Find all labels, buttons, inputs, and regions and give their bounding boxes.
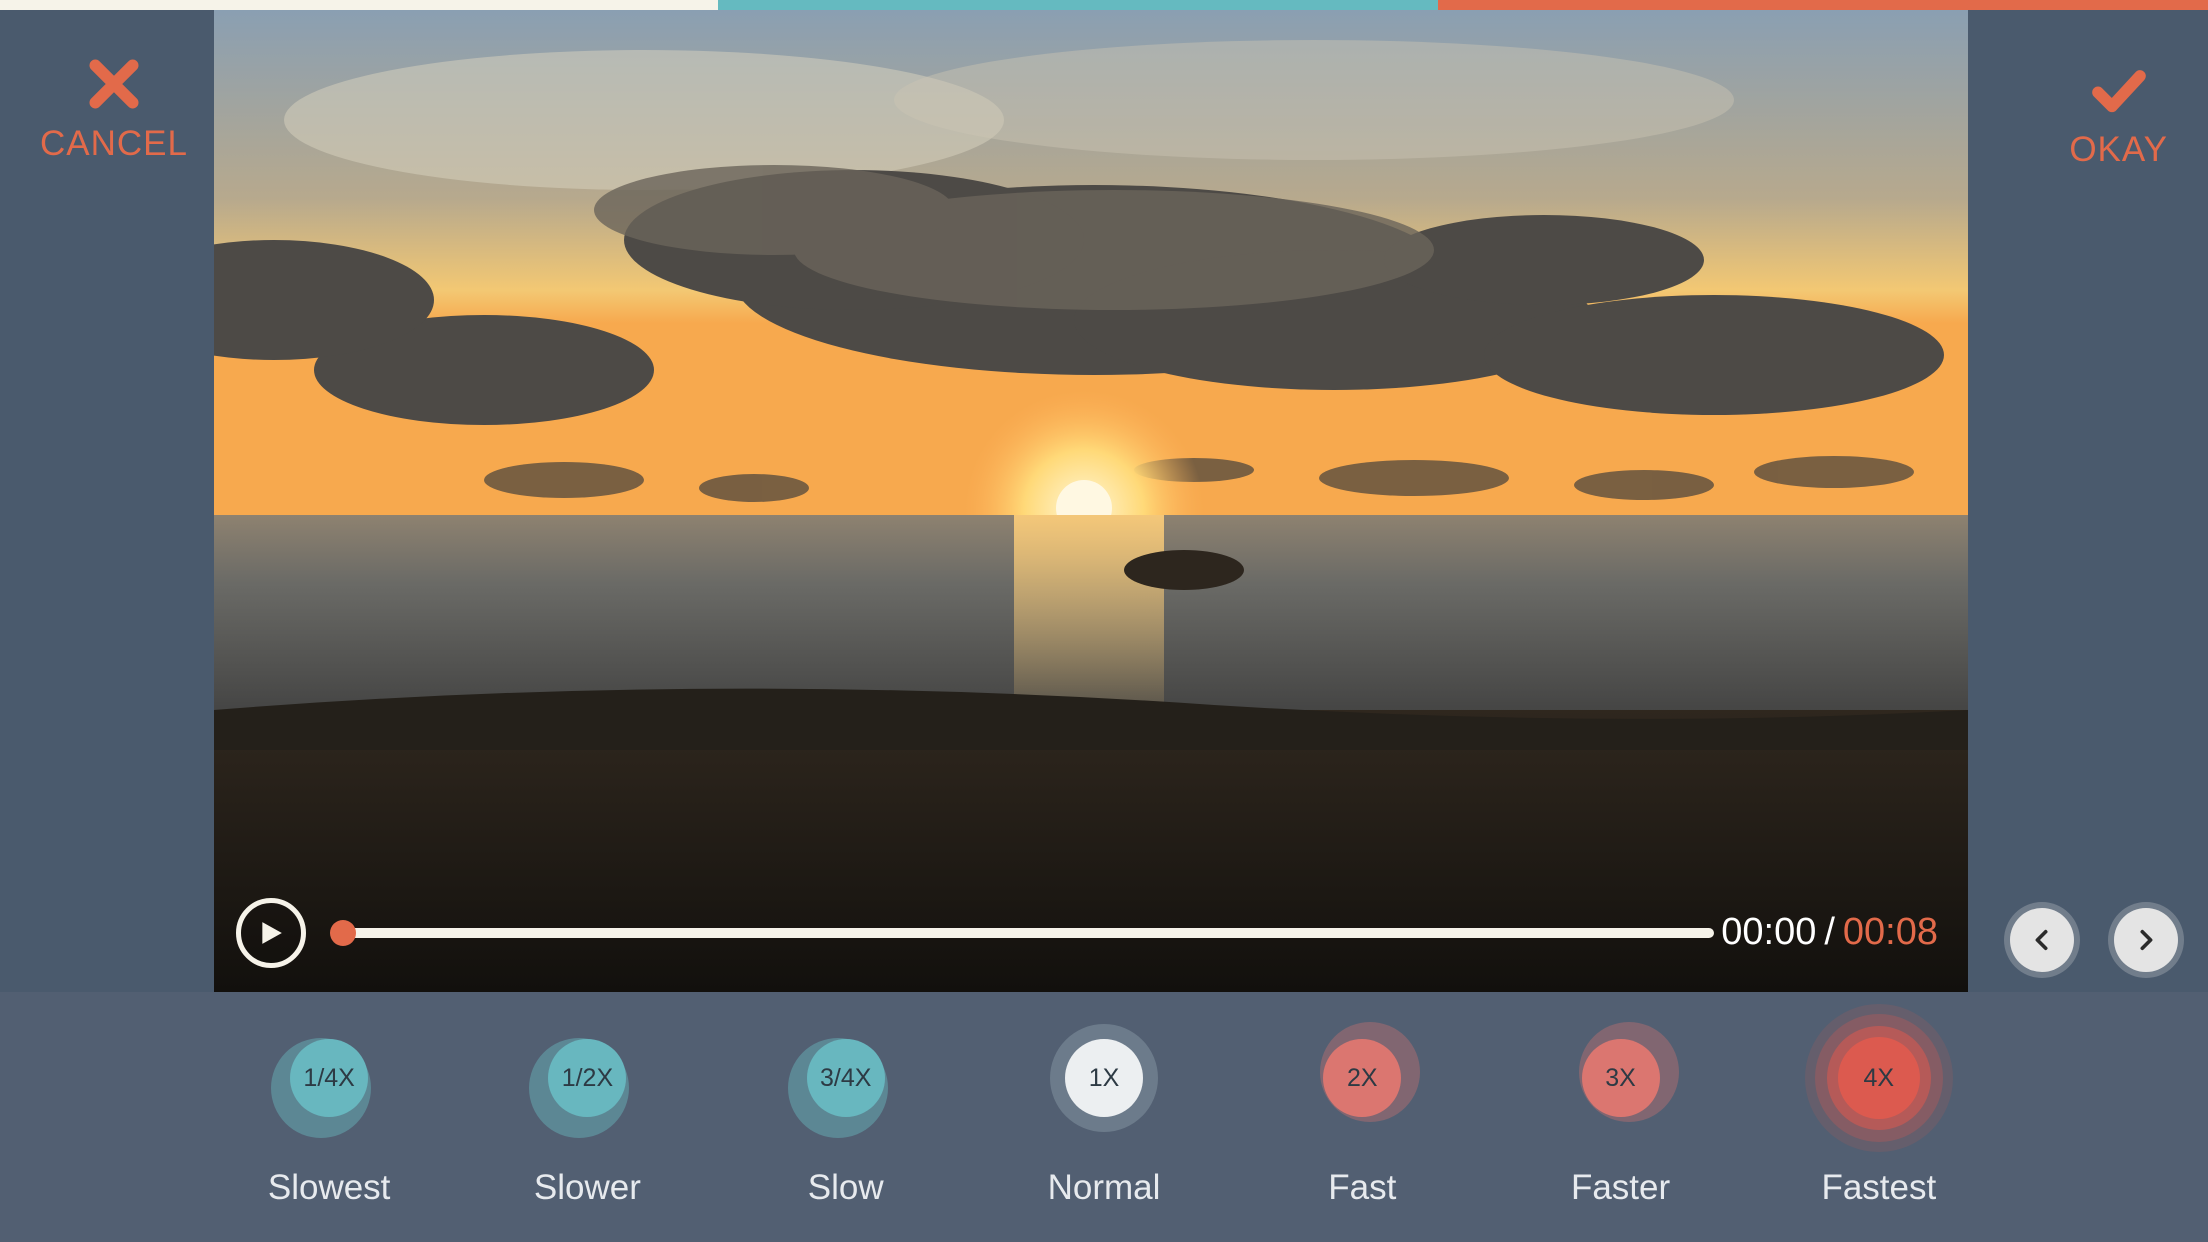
speed-value: 4X	[1838, 1037, 1920, 1119]
speed-bubble: 2X	[1302, 1018, 1422, 1138]
chevron-right-icon	[2135, 926, 2157, 954]
speed-label: Fast	[1328, 1168, 1396, 1208]
speed-option-normal[interactable]: 1X Normal	[1014, 1018, 1194, 1208]
speed-option-slowest[interactable]: 1/4X Slowest	[239, 1018, 419, 1208]
speed-bubble: 3X	[1561, 1018, 1681, 1138]
time-total: 00:08	[1843, 911, 1938, 954]
speed-bubble: 1X	[1044, 1018, 1164, 1138]
progress-knob[interactable]	[330, 920, 356, 946]
speed-value: 1/2X	[548, 1039, 626, 1117]
okay-button[interactable]: OKAY	[2069, 60, 2168, 170]
speed-label: Fastest	[1821, 1168, 1936, 1208]
speed-bubble: 1/2X	[527, 1018, 647, 1138]
speed-bubble: 1/4X	[269, 1018, 389, 1138]
playback-controls	[236, 898, 1714, 968]
video-preview[interactable]	[214, 10, 1968, 992]
play-button[interactable]	[236, 898, 306, 968]
speed-value: 1/4X	[290, 1039, 368, 1117]
speed-option-fast[interactable]: 2X Fast	[1272, 1018, 1452, 1208]
time-separator: /	[1824, 911, 1835, 954]
speed-option-fastest[interactable]: 4X Fastest	[1789, 1018, 1969, 1208]
strip-segment	[0, 0, 718, 10]
prev-frame-button[interactable]	[2010, 908, 2074, 972]
accent-strip	[0, 0, 2208, 10]
check-icon	[2089, 60, 2149, 120]
speed-label: Slower	[534, 1168, 641, 1208]
speed-value: 2X	[1323, 1039, 1401, 1117]
next-frame-button[interactable]	[2114, 908, 2178, 972]
speed-option-faster[interactable]: 3X Faster	[1531, 1018, 1711, 1208]
speed-label: Slow	[808, 1168, 884, 1208]
speed-label: Slowest	[268, 1168, 391, 1208]
speed-label: Faster	[1571, 1168, 1670, 1208]
time-current: 00:00	[1721, 911, 1816, 954]
chevron-left-icon	[2031, 926, 2053, 954]
cancel-button[interactable]: CANCEL	[40, 54, 188, 164]
speed-bubble: 3/4X	[786, 1018, 906, 1138]
close-icon	[84, 54, 144, 114]
speed-label: Normal	[1048, 1168, 1161, 1208]
speed-value: 3/4X	[807, 1039, 885, 1117]
speed-bar: 1/4X Slowest 1/2X Slower 3/4X Slow 1X No…	[0, 992, 2208, 1242]
play-icon	[258, 918, 284, 948]
strip-segment	[1438, 0, 2208, 10]
speed-value: 3X	[1582, 1039, 1660, 1117]
speed-value: 1X	[1065, 1039, 1143, 1117]
time-display: 00:00 / 00:08	[1721, 911, 1938, 954]
preview-image	[214, 10, 1968, 992]
strip-segment	[718, 0, 1438, 10]
speed-bubble: 4X	[1819, 1018, 1939, 1138]
okay-label: OKAY	[2069, 130, 2168, 170]
cancel-label: CANCEL	[40, 124, 188, 164]
progress-track[interactable]	[334, 928, 1714, 938]
speed-option-slower[interactable]: 1/2X Slower	[497, 1018, 677, 1208]
speed-option-slow[interactable]: 3/4X Slow	[756, 1018, 936, 1208]
